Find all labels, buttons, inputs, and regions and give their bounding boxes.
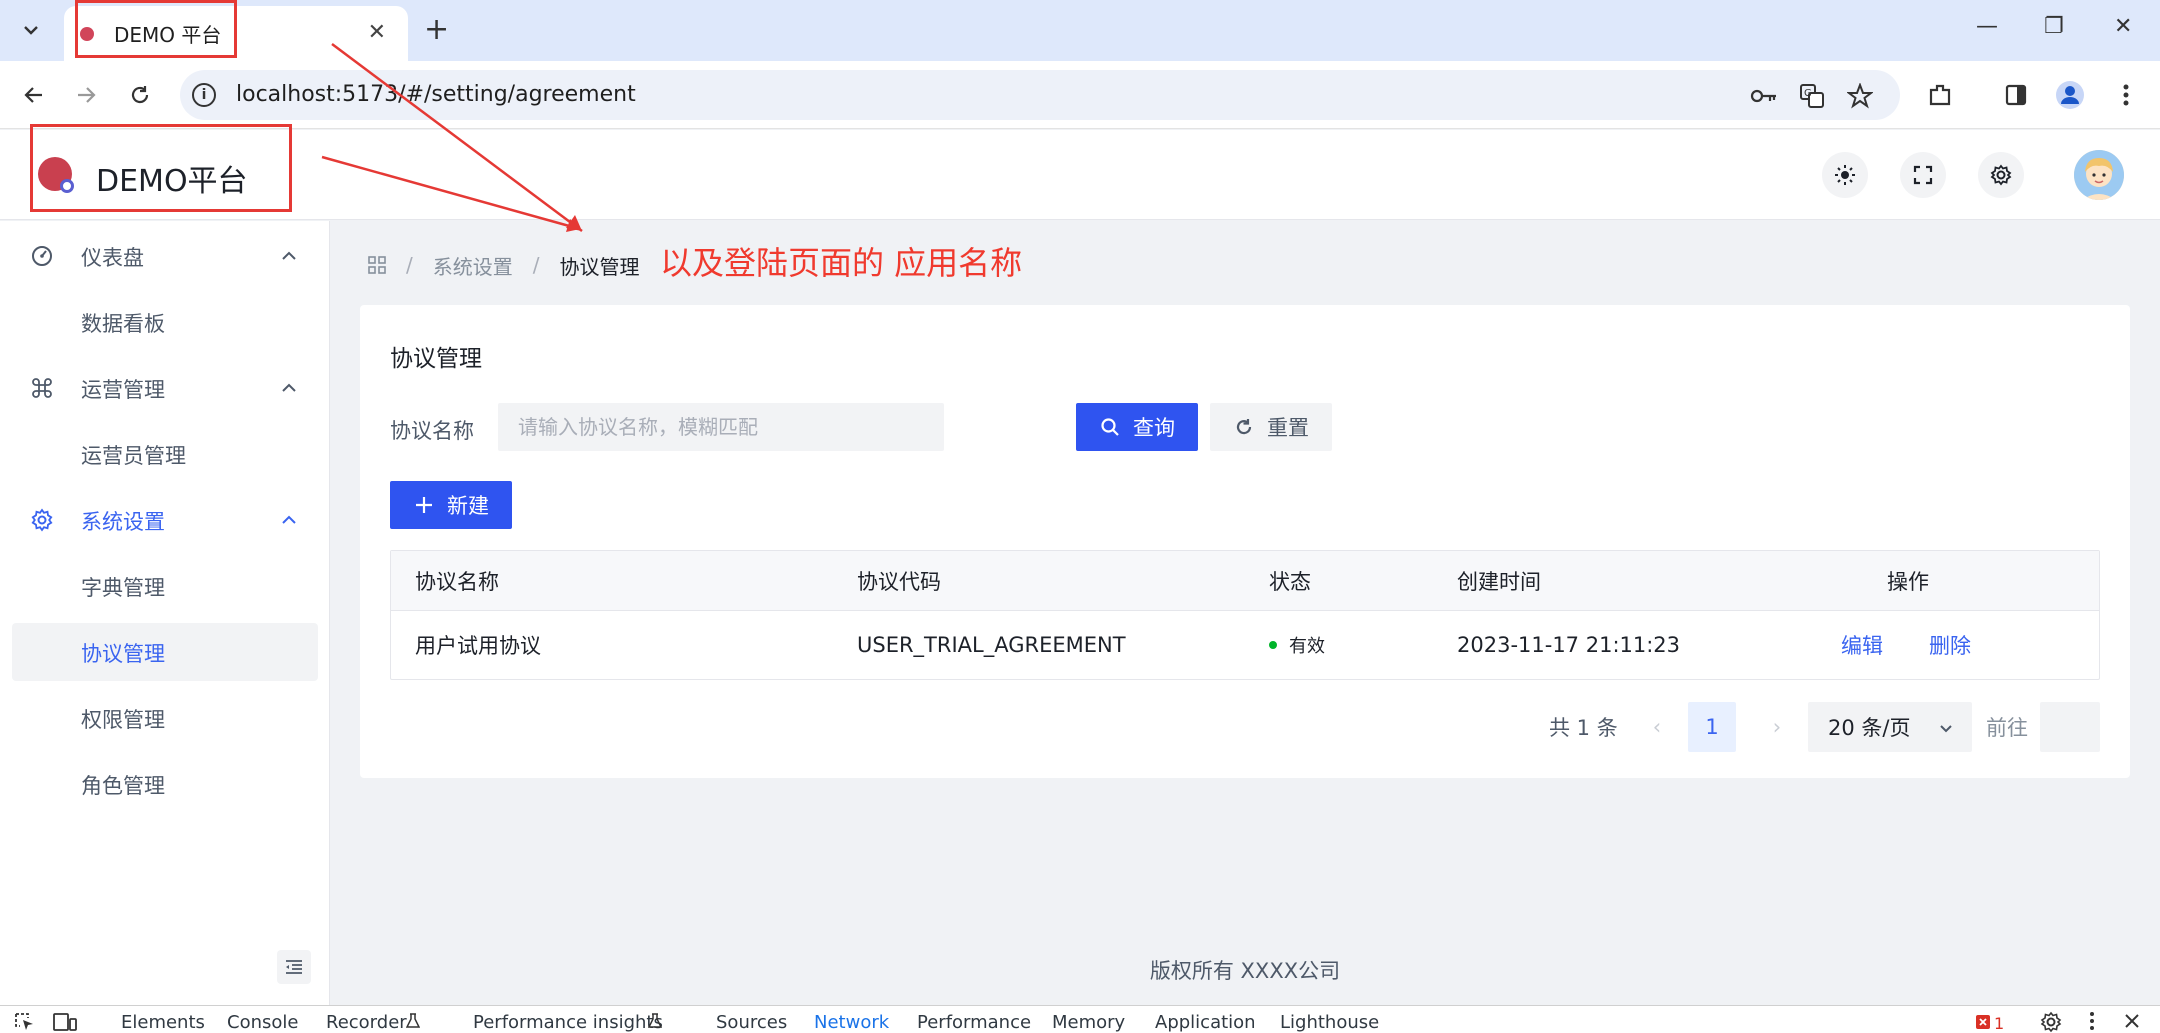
agreement-name-input[interactable] [498, 403, 944, 451]
close-icon[interactable] [2124, 1013, 2140, 1029]
status-badge: 有效 [1289, 636, 1325, 657]
error-icon [1976, 1015, 1990, 1029]
chevron-down-icon [1940, 725, 1952, 733]
reset-button[interactable]: 重置 [1210, 403, 1332, 451]
devtools-tabbar: Elements Console Recorder Performance in… [0, 1005, 2160, 1033]
table-header: 协议名称 协议代码 状态 创建时间 操作 [391, 551, 2099, 611]
create-button-label: 新建 [447, 494, 489, 518]
prev-page-button[interactable]: ‹ [1642, 702, 1672, 752]
page-size-value: 20 条/页 [1828, 716, 1911, 740]
search-icon [1099, 416, 1121, 438]
cell-code: USER_TRIAL_AGREEMENT [857, 633, 1126, 657]
inspect-element-icon[interactable] [14, 1012, 36, 1032]
annotation-arrow [321, 155, 581, 231]
jump-page-input[interactable] [2040, 702, 2100, 752]
create-button[interactable]: 新建 [390, 481, 512, 529]
page-number-button[interactable]: 1 [1688, 702, 1736, 752]
delete-link[interactable]: 删除 [1929, 611, 1971, 679]
devtools-tab-lighthouse[interactable]: Lighthouse [1280, 1012, 1379, 1033]
plus-icon [413, 494, 435, 516]
device-toolbar-icon[interactable] [52, 1012, 78, 1032]
column-header-created-at: 创建时间 [1457, 569, 1541, 594]
pagination: 共 1 条 ‹ 1 › 20 条/页 前往 [360, 702, 2130, 752]
pagination-total: 共 1 条 [1549, 716, 1618, 740]
next-page-button[interactable]: › [1762, 702, 1792, 752]
devtools-tab-recorder[interactable]: Recorder [326, 1012, 407, 1033]
cell-status: 有效 [1269, 611, 1325, 679]
devtools-tab-application[interactable]: Application [1155, 1012, 1256, 1033]
status-dot-icon [1269, 641, 1277, 649]
page-size-select[interactable]: 20 条/页 [1808, 702, 1972, 752]
devtools-tab-sources[interactable]: Sources [716, 1012, 787, 1033]
annotation-arrow [331, 42, 583, 233]
table-row: 用户试用协议 USER_TRIAL_AGREEMENT 有效 2023-11-1… [391, 611, 2099, 679]
reset-button-label: 重置 [1267, 416, 1309, 440]
column-header-status: 状态 [1269, 569, 1311, 594]
agreement-card: 协议管理 协议名称 查询 重置 新建 协议名称 协议代码 状态 创建时间 操作 … [360, 305, 2130, 778]
gear-icon[interactable] [2040, 1011, 2062, 1033]
column-header-code: 协议代码 [857, 569, 941, 594]
footer-copyright: 版权所有 XXXX公司 [1149, 959, 1341, 983]
cell-name: 用户试用协议 [415, 634, 541, 658]
column-header-name: 协议名称 [415, 569, 499, 594]
jump-label: 前往 [1986, 716, 2028, 740]
page-title: 协议管理 [390, 346, 482, 372]
search-button[interactable]: 查询 [1076, 403, 1198, 451]
search-button-label: 查询 [1133, 416, 1175, 440]
column-header-actions: 操作 [1887, 569, 1929, 594]
devtools-tab-elements[interactable]: Elements [121, 1012, 205, 1033]
filter-label: 协议名称 [390, 419, 474, 443]
devtools-tab-network[interactable]: Network [814, 1012, 889, 1033]
edit-link[interactable]: 编辑 [1841, 611, 1883, 679]
agreement-table: 协议名称 协议代码 状态 创建时间 操作 用户试用协议 USER_TRIAL_A… [390, 550, 2100, 680]
flask-icon [648, 1013, 662, 1028]
devtools-tab-performance[interactable]: Performance [917, 1012, 1031, 1033]
devtools-tab-memory[interactable]: Memory [1052, 1012, 1125, 1033]
devtools-tab-console[interactable]: Console [227, 1012, 298, 1033]
devtools-tab-performance-insights[interactable]: Performance insights [473, 1012, 663, 1033]
flask-icon [406, 1013, 420, 1028]
cell-created-at: 2023-11-17 21:11:23 [1457, 633, 1681, 657]
error-count[interactable]: 1 [1994, 1014, 2004, 1033]
refresh-icon [1233, 416, 1255, 438]
more-vertical-icon[interactable] [2088, 1011, 2096, 1031]
